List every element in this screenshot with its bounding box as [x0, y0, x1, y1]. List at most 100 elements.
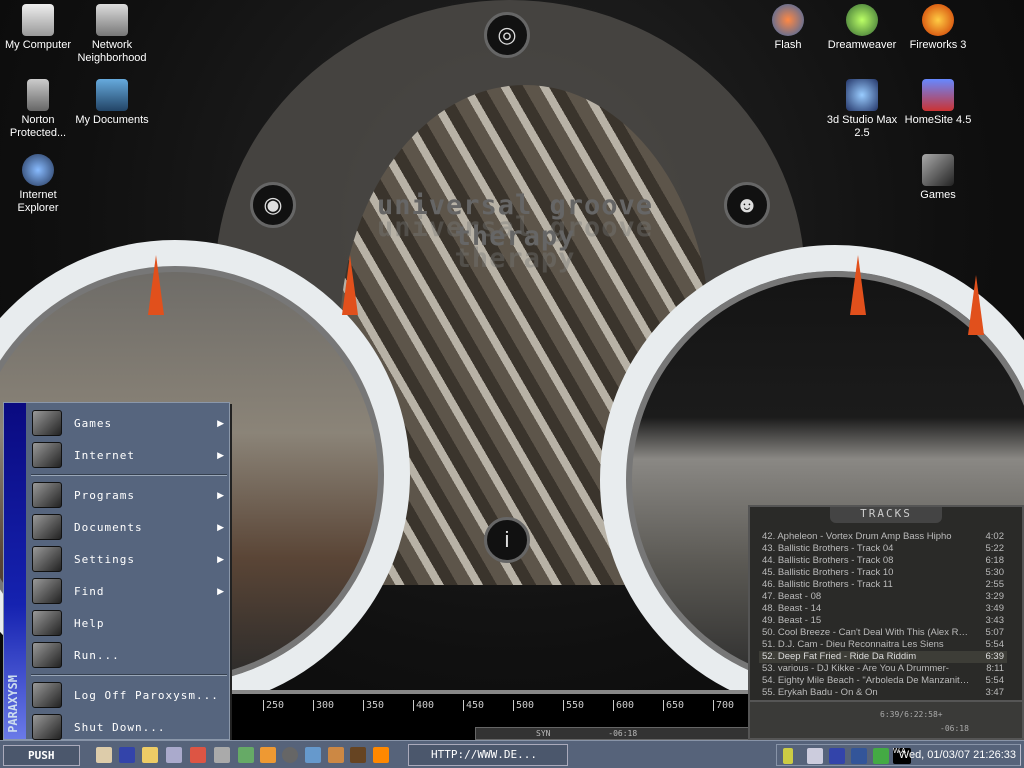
documents-folder-icon: [32, 514, 62, 540]
track-time: 4:02: [985, 531, 1005, 542]
submenu-arrow-icon: ▶: [217, 585, 224, 596]
globe-icon: [22, 154, 54, 186]
menu-item-documents[interactable]: Documents ▶: [28, 511, 228, 543]
menu-item-games[interactable]: Games ▶: [28, 407, 228, 439]
clock: Wed, 01/03/07 21:26:33: [898, 749, 1016, 761]
desktop-icon-my-computer[interactable]: My Computer: [0, 4, 76, 52]
playlist-controls: 6:39/6:22:58+ -06:18: [750, 700, 1022, 738]
track-row[interactable]: 48. Beast - 14 3:49: [759, 603, 1007, 615]
start-button[interactable]: PUSH: [3, 745, 80, 766]
taskbar-task-browser[interactable]: HTTP://WWW.DE...: [408, 744, 568, 766]
system-tray: W A Wed, 01/03/07 21:26:33: [776, 744, 1021, 766]
playlist-title[interactable]: TRACKS: [830, 507, 942, 523]
track-time: 6:18: [985, 555, 1005, 566]
paint-icon[interactable]: [238, 747, 254, 763]
desktop-icon-homesite[interactable]: HomeSite 4.5: [900, 79, 976, 127]
icon-label: Internet Explorer: [17, 189, 59, 214]
track-row[interactable]: 42. Apheleon - Vortex Drum Amp Bass Hiph…: [759, 531, 1007, 543]
track-row[interactable]: 54. Eighty Mile Beach - "Arboleda De Man…: [759, 675, 1007, 687]
printer-icon[interactable]: [214, 747, 230, 763]
notepad-icon[interactable]: [96, 747, 112, 763]
flash-icon: [772, 4, 804, 36]
submenu-arrow-icon: ▶: [217, 449, 224, 460]
track-row[interactable]: 44. Ballistic Brothers - Track 08 6:18: [759, 555, 1007, 567]
icon-label: Norton Protected...: [9, 114, 67, 139]
wallpaper-spike: [342, 255, 358, 315]
settings-icon: [32, 546, 62, 572]
computer-icon: [22, 4, 54, 36]
desktop-icon-3dsmax[interactable]: 3d Studio Max 2.5: [824, 79, 900, 140]
desktop-icon-network[interactable]: Network Neighborhood: [74, 4, 150, 65]
track-row[interactable]: 52. Deep Fat Fried - Ride Da Riddim 6:39: [759, 651, 1007, 663]
menu-item-log-off[interactable]: Log Off Paroxysm...: [28, 679, 228, 711]
track-row[interactable]: 43. Ballistic Brothers - Track 04 5:22: [759, 543, 1007, 555]
shield-icon[interactable]: [851, 748, 867, 764]
calculator-icon[interactable]: [119, 747, 135, 763]
menu-label: Shut Down...: [74, 720, 166, 734]
network-icon[interactable]: [873, 748, 889, 764]
norton-icon[interactable]: [829, 748, 845, 764]
folder-icon: [922, 154, 954, 186]
tool-icon[interactable]: [305, 747, 321, 763]
track-row[interactable]: 45. Ballistic Brothers - Track 10 5:30: [759, 567, 1007, 579]
menu-item-find[interactable]: Find ▶: [28, 575, 228, 607]
desktop-icon-games[interactable]: Games: [900, 154, 976, 202]
menu-item-run[interactable]: Run...: [28, 639, 228, 671]
desktop-icon-my-documents[interactable]: My Documents: [74, 79, 150, 127]
track-row[interactable]: 50. Cool Breeze - Can't Deal With This (…: [759, 627, 1007, 639]
track-row[interactable]: 47. Beast - 08 3:29: [759, 591, 1007, 603]
desktop-icon-norton[interactable]: Norton Protected...: [0, 79, 76, 140]
run-icon: [32, 642, 62, 668]
ruler-tick: 350: [363, 700, 384, 711]
desktop-icon-flash[interactable]: Flash: [750, 4, 826, 52]
media-icon[interactable]: [350, 747, 366, 763]
ruler-tick: 500: [513, 700, 534, 711]
find-icon: [32, 578, 62, 604]
speaker-icon: ◉: [250, 182, 296, 228]
track-name: 42. Apheleon - Vortex Drum Amp Bass Hiph…: [762, 531, 952, 542]
track-row[interactable]: 46. Ballistic Brothers - Track 11 2:55: [759, 579, 1007, 591]
start-label: PUSH: [28, 749, 55, 762]
menu-item-programs[interactable]: Programs ▶: [28, 479, 228, 511]
folder-icon: [32, 410, 62, 436]
tray-app-icon[interactable]: [807, 748, 823, 764]
image-icon[interactable]: [328, 747, 344, 763]
track-row[interactable]: 51. D.J. Cam - Dieu Reconnaitra Les Sien…: [759, 639, 1007, 651]
menu-item-help[interactable]: Help: [28, 607, 228, 639]
menu-label: Run...: [74, 648, 120, 662]
shut-down-icon: [32, 714, 62, 740]
search-icon[interactable]: [142, 747, 158, 763]
track-time: 3:47: [985, 687, 1005, 698]
submenu-arrow-icon: ▶: [217, 417, 224, 428]
track-row[interactable]: 53. various - DJ Kikke - Are You A Drumm…: [759, 663, 1007, 675]
start-menu: PARAXYSM Games ▶ Internet ▶ Programs ▶ Docu…: [3, 402, 230, 740]
menu-item-internet[interactable]: Internet ▶: [28, 439, 228, 471]
taskbar: PUSH HTTP://WWW.DE... W A Wed, 01/03/07 …: [0, 740, 1024, 768]
menu-label: Help: [74, 616, 105, 630]
track-row[interactable]: 49. Beast - 15 3:43: [759, 615, 1007, 627]
gear-icon[interactable]: [282, 747, 298, 763]
clock-app-icon[interactable]: [190, 747, 206, 763]
desktop-icon-fireworks[interactable]: Fireworks 3: [900, 4, 976, 52]
track-time: 3:49: [985, 603, 1005, 614]
menu-item-shut-down[interactable]: Shut Down...: [28, 711, 228, 743]
track-name: 51. D.J. Cam - Dieu Reconnaitra Les Sien…: [762, 639, 944, 650]
lightning-icon[interactable]: [373, 747, 389, 763]
mini-player-bar[interactable]: SYN -06:18: [475, 727, 750, 740]
playlist-total-time: 6:39/6:22:58+: [880, 710, 943, 719]
ruler-tick: 550: [563, 700, 584, 711]
volume-icon[interactable]: [783, 748, 793, 764]
ruler-tick: 400: [413, 700, 434, 711]
submenu-arrow-icon: ▶: [217, 521, 224, 532]
track-row[interactable]: 55. Erykah Badu - On & On 3:47: [759, 687, 1007, 699]
desktop-icon-dreamweaver[interactable]: Dreamweaver: [824, 4, 900, 52]
menu-item-settings[interactable]: Settings ▶: [28, 543, 228, 575]
network-icon: [96, 4, 128, 36]
explorer-icon[interactable]: [166, 747, 182, 763]
track-time: 3:29: [985, 591, 1005, 602]
icon-label: Dreamweaver: [827, 39, 897, 51]
menu-separator: [31, 474, 227, 476]
desktop-icon-internet-explorer[interactable]: Internet Explorer: [0, 154, 76, 215]
flower-icon[interactable]: [260, 747, 276, 763]
homesite-icon: [922, 79, 954, 111]
